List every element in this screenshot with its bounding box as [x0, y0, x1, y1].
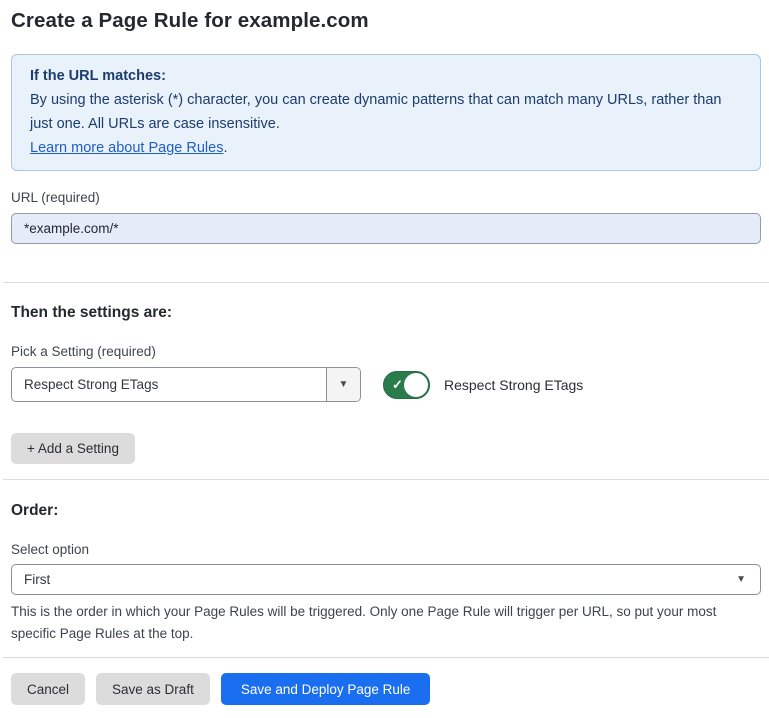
info-box-link-line: Learn more about Page Rules. [30, 136, 742, 160]
toggle-label: Respect Strong ETags [444, 377, 583, 393]
url-match-info-box: If the URL matches: By using the asteris… [11, 54, 761, 171]
page-title: Create a Page Rule for example.com [11, 9, 761, 33]
toggle-knob [404, 373, 428, 397]
setting-select[interactable]: Respect Strong ETags ▼ [11, 367, 361, 402]
info-box-body: By using the asterisk (*) character, you… [30, 88, 742, 136]
check-icon: ✓ [392, 377, 403, 393]
setting-select-arrow-button[interactable]: ▼ [326, 368, 360, 401]
setting-select-value: Respect Strong ETags [12, 377, 326, 392]
learn-more-link[interactable]: Learn more about Page Rules [30, 140, 223, 156]
order-select[interactable]: First ▼ [11, 564, 761, 595]
order-select-value: First [24, 572, 50, 587]
save-deploy-button[interactable]: Save and Deploy Page Rule [221, 673, 431, 705]
create-page-rule-form: Create a Page Rule for example.com If th… [11, 9, 761, 705]
section-divider [3, 479, 769, 480]
save-draft-button[interactable]: Save as Draft [96, 673, 210, 705]
order-help-text: This is the order in which your Page Rul… [11, 601, 755, 644]
settings-section-heading: Then the settings are: [11, 303, 761, 322]
info-box-heading: If the URL matches: [30, 64, 742, 88]
url-input[interactable] [11, 213, 761, 244]
url-field-label: URL (required) [11, 189, 761, 206]
etags-toggle[interactable]: ✓ [383, 371, 430, 399]
chevron-down-icon: ▼ [339, 380, 349, 390]
pick-setting-label: Pick a Setting (required) [11, 343, 761, 360]
add-setting-button[interactable]: + Add a Setting [11, 433, 135, 464]
link-suffix: . [223, 140, 227, 156]
order-section-heading: Order: [11, 501, 761, 520]
cancel-button[interactable]: Cancel [11, 673, 85, 705]
select-option-label: Select option [11, 541, 761, 558]
form-actions: Cancel Save as Draft Save and Deploy Pag… [11, 673, 761, 705]
section-divider [3, 657, 769, 658]
section-divider [3, 282, 769, 283]
chevron-down-icon: ▼ [736, 575, 746, 585]
setting-row: Respect Strong ETags ▼ ✓ Respect Strong … [11, 367, 761, 402]
